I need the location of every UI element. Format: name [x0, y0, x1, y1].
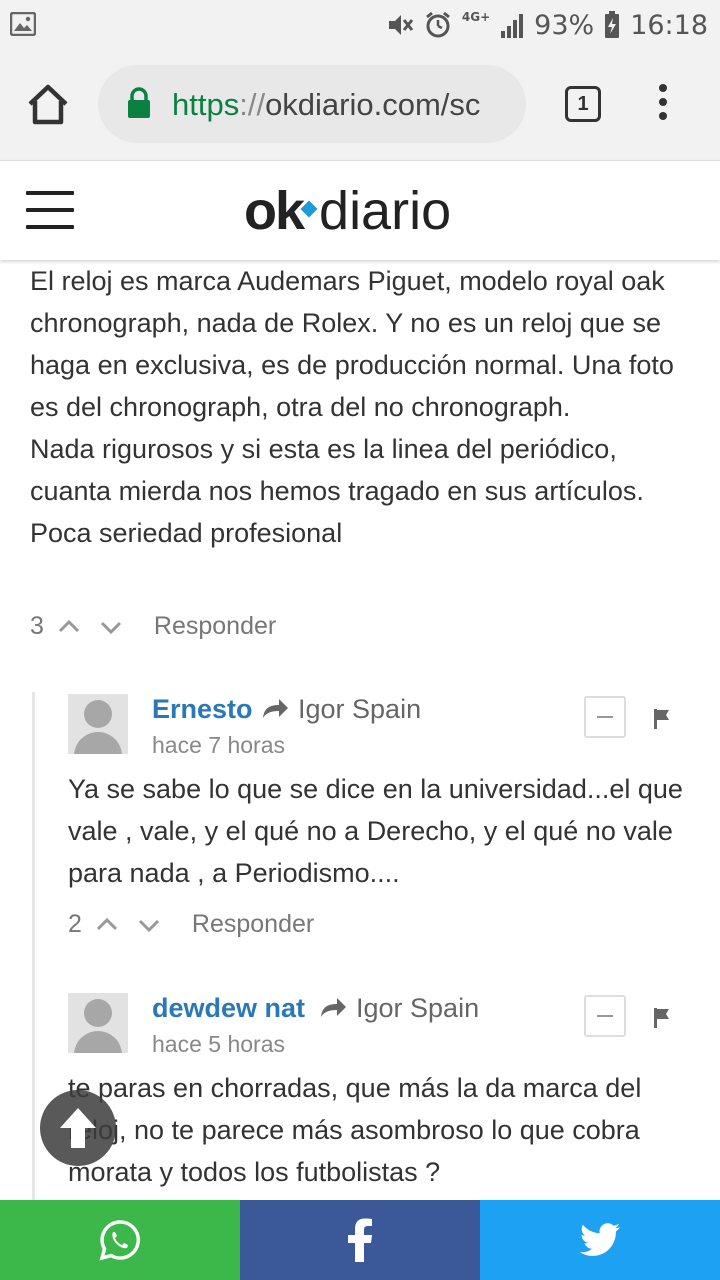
reply-arrow-icon: [263, 699, 288, 718]
address-bar[interactable]: https://okdiario.com/sc: [98, 65, 526, 143]
site-header: ok diario: [0, 160, 720, 260]
comment-text: Ya se sabe lo que se dice en la universi…: [68, 774, 683, 888]
comment-text: El reloj es marca Audemars Piguet, model…: [30, 266, 674, 548]
clock: 16:18: [630, 9, 708, 41]
whatsapp-share-button[interactable]: [0, 1200, 240, 1280]
collapse-button[interactable]: [584, 995, 626, 1037]
whatsapp-icon: [99, 1220, 141, 1261]
battery-icon: [605, 11, 620, 38]
logo-mark-icon: [300, 200, 318, 218]
twitter-share-button[interactable]: [480, 1200, 720, 1280]
facebook-icon: [348, 1218, 372, 1262]
alarm-icon: [425, 11, 450, 38]
battery-percent: 93%: [534, 9, 595, 41]
comments-section: El reloj es marca Audemars Piguet, model…: [0, 260, 720, 1200]
lock-icon: [128, 87, 150, 118]
timestamp: hace 5 horas: [152, 1031, 285, 1057]
downvote-icon[interactable]: [100, 616, 122, 638]
comment-actions: 2 Responder: [68, 910, 314, 939]
logo-diario: diario: [319, 181, 452, 241]
hamburger-menu-icon[interactable]: [26, 191, 74, 229]
browser-toolbar: https://okdiario.com/sc 1: [0, 50, 720, 160]
reply-arrow-icon: [321, 998, 346, 1017]
timestamp: hace 7 horas: [152, 732, 285, 758]
tab-switcher-icon[interactable]: 1: [565, 86, 601, 122]
comment-actions: 3 Responder: [30, 612, 276, 641]
network-label: 4G+: [461, 10, 491, 24]
status-bar: 4G+ 93% 16:18: [0, 0, 720, 50]
share-bar: [0, 1200, 720, 1280]
signal-icon: [501, 14, 524, 38]
arrow-up-icon: [60, 1108, 96, 1148]
reply-button[interactable]: Responder: [154, 612, 276, 641]
comment-text: te paras en chorradas, que más la da mar…: [68, 1073, 642, 1187]
downvote-icon[interactable]: [138, 914, 160, 936]
flag-icon[interactable]: [652, 708, 672, 730]
avatar[interactable]: [68, 993, 128, 1053]
author-name[interactable]: Ernesto: [152, 694, 253, 725]
scroll-up-button[interactable]: [40, 1090, 116, 1166]
url-text: https://okdiario.com/sc: [172, 87, 480, 123]
author-name[interactable]: dewdew nat: [152, 993, 305, 1024]
upvote-icon[interactable]: [96, 914, 118, 936]
collapse-button[interactable]: [584, 696, 626, 738]
facebook-share-button[interactable]: [240, 1200, 480, 1280]
mute-icon: [388, 15, 414, 35]
url-scheme: https: [172, 87, 240, 122]
vote-count: 3: [30, 612, 44, 640]
thread-line: [32, 692, 35, 1200]
parent-author[interactable]: Igor Spain: [356, 993, 479, 1024]
url-domain: okdiario.com/sc: [265, 87, 481, 122]
flag-icon[interactable]: [652, 1007, 672, 1029]
avatar[interactable]: [68, 694, 128, 754]
url-separator: ://: [239, 87, 266, 122]
overflow-menu-icon[interactable]: [648, 84, 678, 124]
logo-ok: ok: [244, 181, 305, 241]
site-logo[interactable]: ok diario: [244, 183, 451, 239]
vote-count: 2: [68, 910, 82, 938]
reply-button[interactable]: Responder: [192, 910, 314, 939]
image-icon: [10, 12, 36, 36]
upvote-icon[interactable]: [58, 616, 80, 638]
home-icon[interactable]: [24, 80, 72, 128]
twitter-icon: [580, 1223, 620, 1256]
parent-author[interactable]: Igor Spain: [298, 694, 421, 725]
